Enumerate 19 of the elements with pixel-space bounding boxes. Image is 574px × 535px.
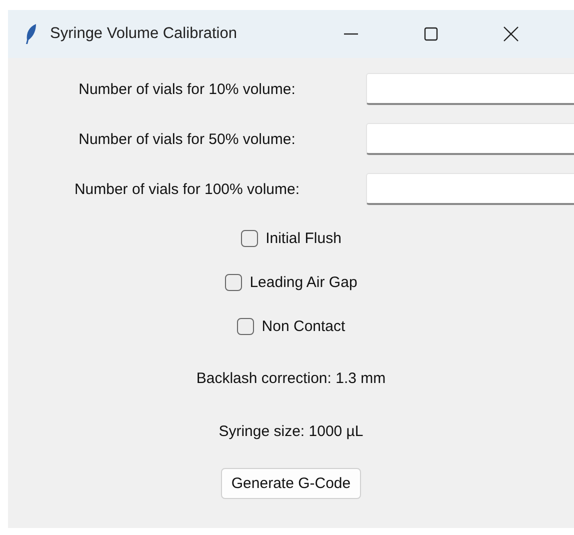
close-icon[interactable] [502,26,519,42]
field-label: Number of vials for 10% volume: [78,80,296,98]
info-text: Backlash correction: 1.3 mm [196,370,386,387]
info-text: Syringe size: 1000 µL [218,423,364,440]
checkbox-label[interactable]: Initial Flush [266,230,342,247]
generate-button[interactable]: Generate G-Code [221,468,361,499]
checkbox-label[interactable]: Non Contact [262,318,346,335]
feather-icon [25,23,37,45]
input-field[interactable] [366,73,574,105]
checkbox[interactable] [224,274,242,291]
input-field[interactable] [366,173,574,205]
checkbox[interactable] [240,230,258,247]
checkbox-label[interactable]: Leading Air Gap [250,274,358,291]
window-title: Syringe Volume Calibration [50,25,237,43]
input-field[interactable] [366,123,574,155]
field-label: Number of vials for 50% volume: [78,130,296,148]
checkbox[interactable] [236,318,254,335]
maximize-icon[interactable] [424,27,438,41]
field-label: Number of vials for 100% volume: [74,180,300,198]
